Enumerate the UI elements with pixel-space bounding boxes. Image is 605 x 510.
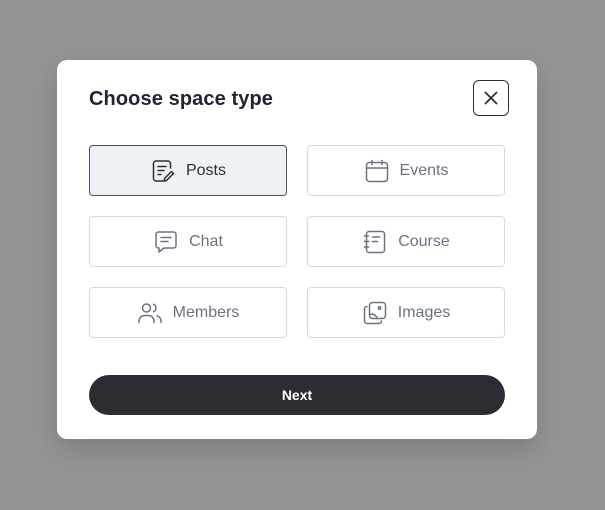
option-events[interactable]: Events bbox=[307, 145, 505, 196]
calendar-icon bbox=[364, 158, 390, 184]
posts-icon bbox=[150, 158, 176, 184]
option-posts[interactable]: Posts bbox=[89, 145, 287, 196]
option-members-label: Members bbox=[172, 303, 240, 321]
dialog-title: Choose space type bbox=[89, 88, 273, 110]
option-chat[interactable]: Chat bbox=[89, 216, 287, 267]
option-images[interactable]: Images bbox=[307, 287, 505, 338]
course-icon bbox=[362, 229, 388, 255]
chat-icon bbox=[153, 229, 179, 255]
option-course[interactable]: Course bbox=[307, 216, 505, 267]
close-button[interactable] bbox=[473, 80, 509, 116]
space-type-options: Posts Events Chat Course Members Images bbox=[89, 145, 505, 338]
members-icon bbox=[137, 300, 163, 326]
option-events-label: Events bbox=[399, 161, 449, 179]
option-course-label: Course bbox=[398, 232, 450, 250]
option-posts-label: Posts bbox=[185, 161, 226, 179]
option-chat-label: Chat bbox=[189, 232, 223, 250]
images-icon bbox=[362, 300, 388, 326]
next-button[interactable]: Next bbox=[89, 375, 505, 415]
option-members[interactable]: Members bbox=[89, 287, 287, 338]
choose-space-type-dialog: Choose space type Posts Events Chat Cour… bbox=[57, 60, 537, 439]
option-images-label: Images bbox=[397, 303, 451, 321]
close-icon bbox=[484, 91, 498, 105]
